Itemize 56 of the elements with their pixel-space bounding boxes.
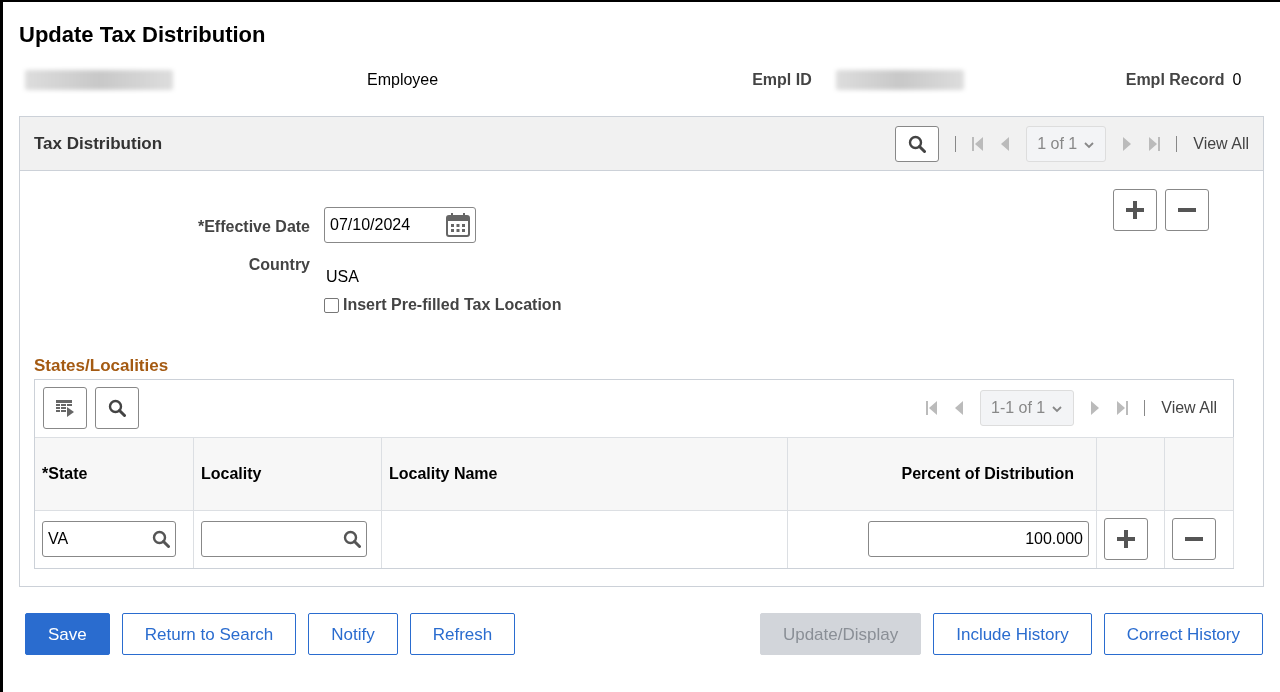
chevron-icon [1051, 404, 1064, 415]
column-header: Percent of Distribution [788, 436, 1097, 510]
add-button[interactable] [1113, 189, 1157, 232]
action-button[interactable]: Refresh [409, 613, 516, 656]
next-icon [1122, 136, 1133, 151]
percent-field[interactable]: 100.000 [868, 521, 1089, 558]
empl-id-label: Empl ID [752, 70, 812, 91]
action-button[interactable]: Correct History [1103, 613, 1263, 656]
prefill-checkbox[interactable]: Insert Pre-filled Tax Location [324, 293, 562, 318]
plus-icon [1125, 200, 1145, 221]
search-icon [108, 399, 126, 418]
action-button[interactable]: Save [25, 613, 110, 656]
column-header: Locality Name [382, 436, 788, 510]
minus-icon [1185, 537, 1203, 542]
add-row-button[interactable] [1104, 518, 1148, 561]
search-icon [152, 530, 170, 549]
grid-settings-icon [55, 399, 75, 418]
date-field[interactable]: 07/10/2024 [324, 207, 476, 244]
search-icon [343, 530, 361, 549]
action-button[interactable]: Notify [308, 613, 398, 656]
chevron-icon [1083, 139, 1096, 150]
first-page-icon [972, 136, 985, 151]
country-label: Country [247, 255, 310, 276]
empl-record-value: 0 [1232, 70, 1242, 91]
grid-title: States/Localities [34, 355, 170, 378]
page-dropdown[interactable]: 1 of 1 [1026, 125, 1107, 162]
minus-icon [1178, 208, 1196, 213]
previous-icon [954, 401, 964, 416]
remove-button[interactable] [1165, 189, 1209, 232]
last-page-icon [1148, 136, 1161, 151]
remove-row-button[interactable] [1172, 518, 1216, 561]
view-all-link[interactable]: View All [1193, 131, 1249, 156]
action-button[interactable]: Include History [933, 613, 1092, 656]
page-dropdown[interactable]: 1-1 of 1 [980, 390, 1075, 427]
panel-title: Tax Distribution [34, 133, 163, 156]
search-icon [908, 134, 927, 153]
next-icon [1090, 401, 1101, 416]
empl-record-label: Empl Record [1125, 70, 1225, 91]
grid-settings-button[interactable] [43, 387, 87, 430]
search-button[interactable] [95, 387, 139, 430]
lookup-field[interactable] [201, 521, 367, 558]
last-page-icon [1116, 401, 1129, 416]
first-page-icon [926, 401, 938, 416]
action-button[interactable]: Return to Search [121, 613, 297, 656]
lookup-field[interactable]: VA [42, 521, 176, 558]
search-button[interactable] [895, 125, 940, 162]
employee-label: Employee [367, 70, 439, 91]
effective-date-label: *Effective Date [196, 217, 310, 238]
column-header: *State [35, 436, 194, 510]
country-value: USA [325, 267, 359, 288]
page-title: Update Tax Distribution [19, 22, 267, 49]
calendar-icon [446, 213, 470, 238]
view-all-link[interactable]: View All [1161, 396, 1217, 421]
plus-icon [1116, 529, 1136, 550]
previous-icon [1000, 136, 1011, 151]
column-header: Locality [194, 436, 382, 510]
